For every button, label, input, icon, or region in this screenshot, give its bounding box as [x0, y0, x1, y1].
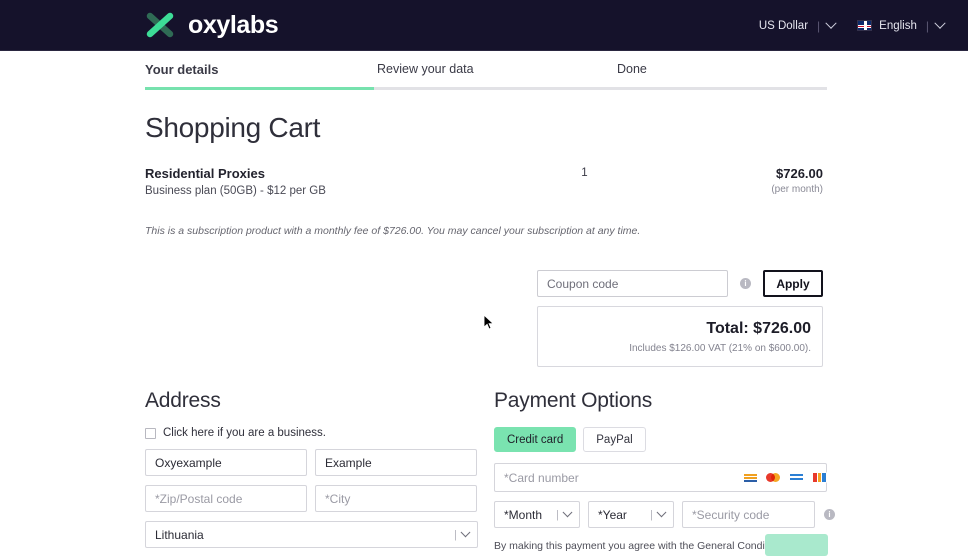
page-title: Shopping Cart — [145, 112, 321, 143]
last-name-input[interactable] — [315, 449, 477, 476]
step-done[interactable]: Done — [617, 62, 827, 90]
year-select-wrap[interactable]: | — [588, 501, 674, 528]
brand-name: oxylabs — [188, 10, 279, 39]
business-checkbox-row[interactable]: Click here if you are a business. — [145, 427, 478, 439]
cart-item-period: (per month) — [771, 184, 823, 195]
step-review-your-data[interactable]: Review your data — [377, 62, 617, 90]
coupon-total-area: i Apply Total: $726.00 Includes $126.00 … — [145, 270, 823, 367]
discover-card-icon — [812, 472, 827, 483]
expiry-year-select[interactable] — [588, 501, 674, 528]
city-input[interactable] — [315, 485, 477, 512]
address-section: Address Click here if you are a business… — [145, 389, 478, 556]
security-code-info-icon[interactable]: i — [824, 509, 835, 520]
cart-item-amount: $726.00 — [776, 166, 823, 181]
cart-item-plan: Business plan (50GB) - $12 per GB — [145, 185, 326, 197]
cart-line-item: Residential Proxies Business plan (50GB)… — [145, 166, 823, 197]
tab-credit-card[interactable]: Credit card — [494, 427, 577, 452]
accepted-card-brands — [743, 463, 827, 492]
checkout-page: Shopping Cart Residential Proxies Busine… — [0, 112, 968, 556]
order-total-vat-note: Includes $126.00 VAT (21% on $600.00). — [629, 343, 811, 354]
security-code-input[interactable] — [682, 501, 815, 528]
steps-progress-bar — [145, 87, 374, 90]
coupon-row: i Apply — [537, 270, 823, 297]
visa-card-icon — [743, 472, 758, 483]
mastercard-card-icon — [766, 472, 781, 483]
coupon-input[interactable] — [537, 270, 728, 297]
payment-section: Payment Options Credit card PayPal *Card… — [494, 389, 835, 556]
brand-logo[interactable]: oxylabs — [145, 10, 279, 40]
chevron-down-icon — [825, 17, 837, 29]
zip-city-field-row — [145, 485, 478, 512]
language-selector[interactable]: English | — [857, 17, 946, 33]
checkout-steps: Your details Review your data Done — [145, 51, 827, 90]
cart-item-price: $726.00 (per month) — [632, 166, 823, 195]
currency-label: US Dollar — [758, 19, 809, 32]
oxylabs-x-logo-icon — [146, 12, 174, 38]
country-select[interactable] — [145, 521, 478, 548]
first-name-input[interactable] — [145, 449, 307, 476]
security-code-wrap: i — [682, 501, 835, 528]
language-separator: | — [925, 18, 929, 33]
form-columns: Address Click here if you are a business… — [145, 389, 835, 556]
business-checkbox[interactable] — [145, 427, 156, 439]
cart-item-name: Residential Proxies — [145, 166, 265, 181]
country-field-row: | — [145, 521, 478, 548]
currency-separator: | — [817, 18, 821, 33]
continue-button-partial[interactable] — [765, 534, 828, 556]
month-select-wrap[interactable]: | — [494, 501, 580, 528]
zip-postal-code-input[interactable] — [145, 485, 307, 512]
amex-card-icon — [789, 472, 804, 483]
business-checkbox-label: Click here if you are a business. — [163, 427, 326, 439]
tab-paypal[interactable]: PayPal — [583, 427, 646, 452]
expiry-month-select[interactable] — [494, 501, 580, 528]
expiry-security-row: | | i — [494, 501, 835, 528]
cart-item-info: Residential Proxies Business plan (50GB)… — [145, 166, 537, 197]
order-total-amount: Total: $726.00 — [706, 320, 811, 337]
currency-selector[interactable]: US Dollar | — [758, 17, 837, 33]
subscription-note: This is a subscription product with a mo… — [145, 225, 641, 237]
address-title: Address — [145, 389, 221, 412]
order-total-box: Total: $726.00 Includes $126.00 VAT (21%… — [537, 306, 823, 367]
name-field-row — [145, 449, 478, 476]
header-utilities: US Dollar | English | — [758, 0, 946, 51]
payment-title: Payment Options — [494, 389, 653, 412]
uk-flag-icon — [857, 20, 873, 31]
card-number-row — [494, 463, 835, 492]
step-your-details[interactable]: Your details — [145, 62, 377, 90]
language-label: English — [879, 19, 917, 32]
coupon-info-icon[interactable]: i — [739, 278, 751, 289]
apply-coupon-button[interactable]: Apply — [762, 270, 823, 297]
country-select-wrap[interactable]: | — [145, 521, 478, 548]
site-header: oxylabs US Dollar | English | — [0, 0, 968, 51]
cart-item-quantity: 1 — [581, 167, 588, 179]
payment-method-tabs: Credit card PayPal — [494, 427, 835, 452]
chevron-down-icon — [934, 17, 946, 29]
